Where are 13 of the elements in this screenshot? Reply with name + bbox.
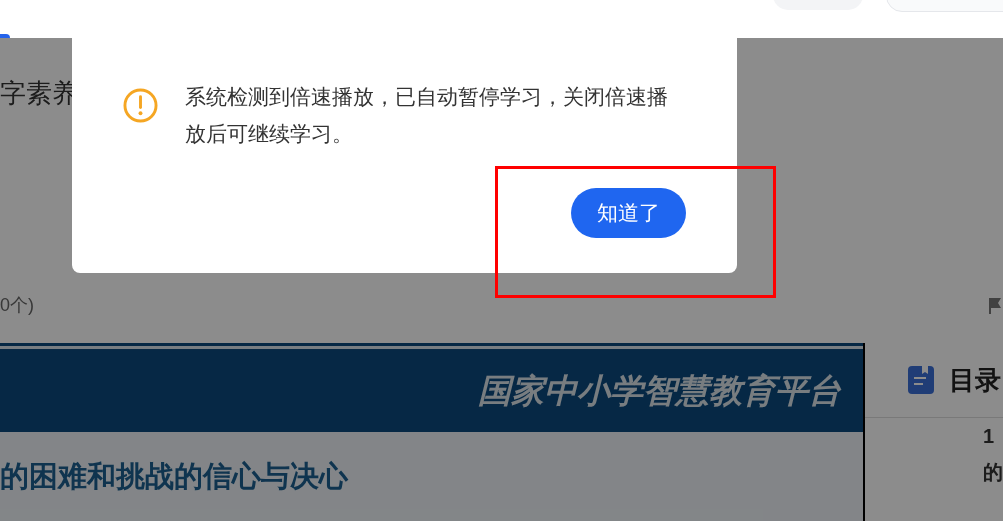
toc-title: 目录 [949,363,1001,397]
platform-name: 国家中小学智慧教育平台 [478,370,841,411]
alert-message: 系统检测到倍速播放，已自动暂停学习，关闭倍速播放后可继续学习。 [185,84,669,147]
video-player[interactable]: 国家中小学智慧教育平台 的困难和挑战的信心与决心 [0,343,863,521]
book-icon [907,365,935,395]
flag-icon[interactable] [987,296,1003,315]
toc-item[interactable]: 1 [983,421,995,451]
video-subtitle: 的困难和挑战的信心与决心 [0,458,348,494]
toc-item[interactable]: 的 [983,457,1003,487]
confirm-button[interactable]: 知道了 [571,188,686,238]
active-tab-marker [0,34,10,38]
warning-icon [123,88,158,123]
resource-count: 0个) [0,294,34,317]
